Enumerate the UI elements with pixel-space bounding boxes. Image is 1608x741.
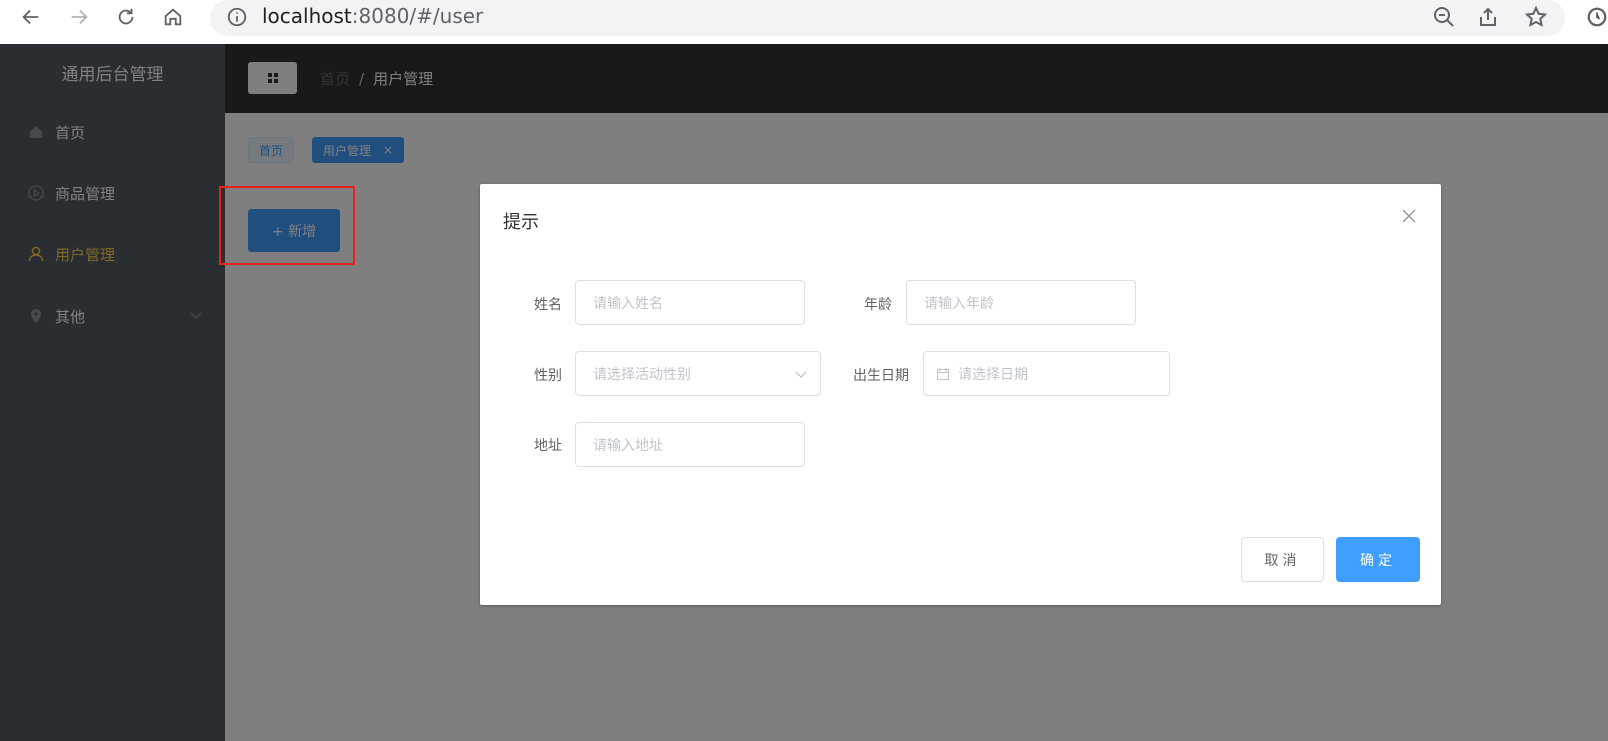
add-user-dialog: 提示 姓名 请输入姓名 年龄 请输入年龄 性别 请选择活动性别 出生日期 请选择…: [480, 184, 1441, 605]
birth-date-picker[interactable]: 请选择日期: [923, 351, 1170, 396]
sex-placeholder: 请选择活动性别: [593, 366, 691, 383]
forward-button[interactable]: [66, 4, 92, 30]
history-icon[interactable]: [1586, 6, 1608, 28]
share-icon[interactable]: [1476, 5, 1500, 29]
age-label: 年龄: [864, 297, 892, 313]
modal-mask[interactable]: [0, 44, 225, 741]
age-placeholder: 请输入年龄: [924, 295, 994, 312]
calendar-icon: [936, 367, 950, 380]
cancel-button[interactable]: 取消: [1241, 537, 1324, 582]
home-icon: [164, 8, 182, 26]
name-placeholder: 请输入姓名: [593, 295, 663, 312]
zoom-out-icon[interactable]: [1432, 5, 1456, 29]
name-label: 姓名: [534, 297, 562, 313]
modal-mask[interactable]: [225, 44, 1608, 113]
reload-button[interactable]: [113, 4, 139, 30]
birth-label: 出生日期: [853, 368, 909, 384]
addr-placeholder: 请输入地址: [593, 437, 663, 454]
arrow-right-icon: [71, 9, 88, 25]
sex-label: 性别: [534, 368, 562, 384]
chevron-down-icon: [795, 371, 807, 378]
info-icon[interactable]: [226, 6, 248, 28]
back-button[interactable]: [18, 4, 44, 30]
address-bar[interactable]: localhost:8080/#/user: [210, 0, 1565, 36]
confirm-button[interactable]: 确定: [1336, 537, 1420, 582]
arrow-left-icon: [22, 9, 39, 25]
browser-toolbar: localhost:8080/#/user: [0, 0, 1608, 44]
url-text: localhost:8080/#/user: [262, 4, 484, 28]
addr-label: 地址: [534, 438, 562, 454]
annotation-highlight-box: [219, 186, 355, 265]
addr-input[interactable]: 请输入地址: [575, 422, 805, 467]
birth-placeholder: 请选择日期: [958, 366, 1028, 383]
star-icon[interactable]: [1524, 5, 1548, 29]
name-input[interactable]: 请输入姓名: [575, 280, 805, 325]
reload-icon: [118, 8, 134, 25]
age-input[interactable]: 请输入年龄: [906, 280, 1136, 325]
close-icon[interactable]: [1401, 208, 1417, 224]
dialog-title: 提示: [503, 212, 539, 233]
sex-select[interactable]: 请选择活动性别: [575, 351, 821, 396]
home-button[interactable]: [160, 4, 186, 30]
